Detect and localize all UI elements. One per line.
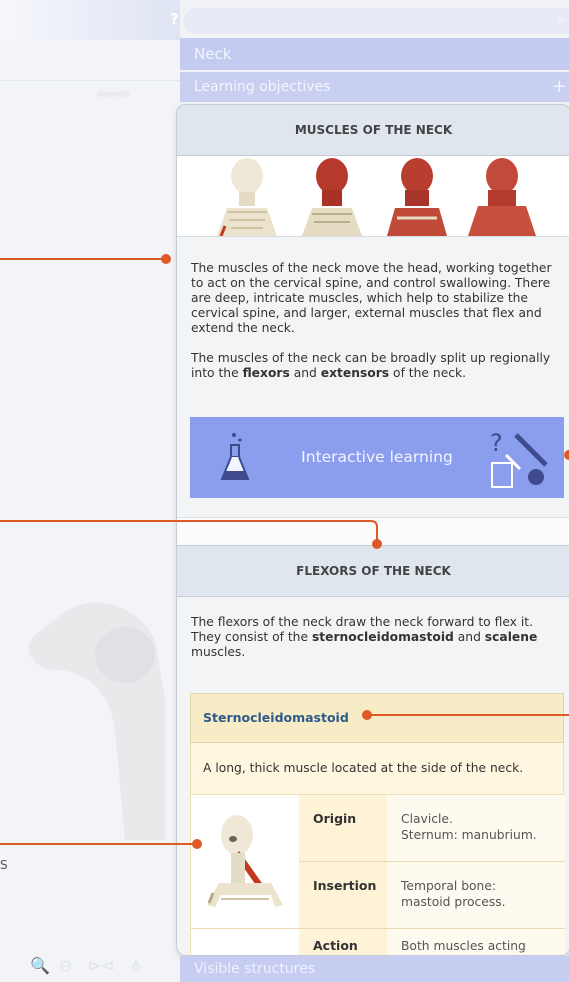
insertion-value-line: mastoid process.	[401, 895, 506, 909]
panel-title-bar: Neck	[180, 38, 569, 70]
panel-title: Neck	[194, 45, 232, 63]
text-fragment: muscles.	[191, 645, 246, 659]
muscle-image-cell	[191, 795, 299, 955]
muscle-name-header[interactable]: Sternocleidomastoid	[190, 693, 564, 743]
insertion-value: Temporal bone: mastoid process.	[387, 862, 565, 928]
section-title-flexors: FLEXORS OF THE NECK	[177, 545, 569, 597]
sternocleidomastoid-image	[207, 815, 283, 907]
sternocleidomastoid-term: sternocleidomastoid	[311, 630, 454, 644]
learning-objectives-header[interactable]: Learning objectives +	[180, 72, 569, 102]
expand-icon[interactable]: +	[552, 72, 567, 102]
arrow-right-icon[interactable]: ➡	[112, 82, 130, 107]
arrow-left-icon[interactable]: ⬅	[96, 82, 114, 107]
section-title-muscles: MUSCLES OF THE NECK	[177, 105, 569, 156]
muscle-info-table: Origin Clavicle. Sternum: manubrium. Ins…	[190, 795, 565, 955]
callout-dot	[362, 710, 372, 720]
action-value-line: Both muscles acting	[401, 939, 526, 953]
origin-value-line: Sternum: manubrium.	[401, 828, 537, 842]
action-label: Action	[299, 929, 387, 955]
hierarchy-icon[interactable]: ⋔	[129, 956, 142, 975]
muscles-split-paragraph: The muscles of the neck can be broadly s…	[177, 351, 569, 381]
divider	[0, 80, 180, 81]
interactive-tools-icon: ?	[490, 429, 548, 488]
mirror-icon[interactable]: ⊳⊲	[88, 956, 115, 975]
origin-value-line: Clavicle.	[401, 812, 453, 826]
callout-line	[370, 714, 569, 716]
flexors-paragraph: The flexors of the neck draw the neck fo…	[177, 615, 569, 660]
callout-bend	[365, 520, 382, 549]
origin-label: Origin	[299, 795, 387, 861]
interactive-learning-button[interactable]: Interactive learning ?	[190, 417, 564, 498]
flexors-term: flexors	[242, 366, 290, 380]
callout-dot	[192, 839, 202, 849]
origin-value: Clavicle. Sternum: manubrium.	[387, 795, 565, 861]
left-toolbar	[0, 0, 180, 40]
callout-dot	[161, 254, 171, 264]
extensors-term: extensors	[320, 366, 390, 380]
visible-structures-bar[interactable]: Visible structures	[180, 956, 569, 982]
action-value: Both muscles acting	[387, 929, 565, 955]
learning-objectives-label: Learning objectives	[194, 79, 331, 95]
svg-text:?: ?	[490, 429, 503, 457]
viewer-tools: 🔍 ⊖ ⊳⊲ ⋔	[30, 956, 143, 975]
insertion-label: Insertion	[299, 862, 387, 928]
muscles-intro-paragraph: The muscles of the neck move the head, w…	[191, 261, 552, 335]
callout-line	[0, 258, 166, 260]
muscle-layers-strip	[177, 156, 569, 237]
muscle-description: A long, thick muscle located at the side…	[190, 743, 564, 795]
insertion-value-line: Temporal bone:	[401, 879, 497, 893]
callout-line	[0, 843, 196, 845]
muscle-layers-image	[217, 158, 536, 237]
callout-line	[0, 520, 372, 522]
history-nav: ⬅➡	[96, 82, 131, 107]
scalene-term: scalene	[484, 630, 538, 644]
zoom-in-icon[interactable]: 🔍	[30, 956, 50, 975]
left-panel-text: S	[0, 858, 8, 872]
help-icon[interactable]: ?	[170, 10, 182, 30]
search-icon[interactable]: ⌕	[558, 12, 565, 27]
text-fragment: and	[289, 366, 321, 380]
visible-structures-label: Visible structures	[194, 961, 316, 977]
anatomy-viewer-background	[28, 602, 165, 840]
text-fragment: of the neck.	[389, 366, 467, 380]
zoom-out-icon[interactable]: ⊖	[59, 956, 72, 975]
callout-dot	[564, 450, 569, 460]
search-input[interactable]	[184, 8, 569, 34]
text-fragment: and	[453, 630, 485, 644]
